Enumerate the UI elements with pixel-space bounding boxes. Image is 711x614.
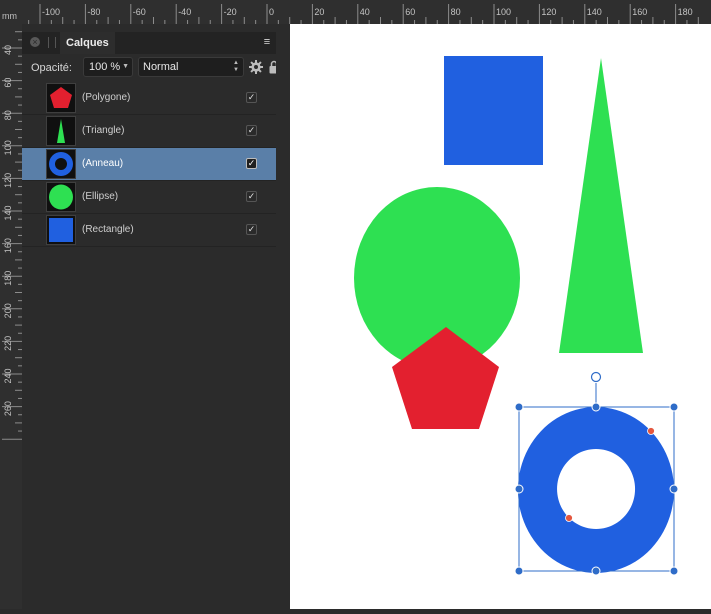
layer-thumbnail xyxy=(46,182,76,212)
vertical-ruler[interactable]: 40 60 80 100 120 140 160 180 200 220 240 260 xyxy=(0,24,23,609)
ruler-label: -100 xyxy=(42,7,60,17)
panel-tab-bar: × Calques ≡ xyxy=(22,32,276,54)
layer-name: (Anneau) xyxy=(82,158,124,169)
layer-row[interactable]: (Polygone) ✓ xyxy=(22,82,276,115)
layer-list: (Polygone) ✓ (Triangle) ✓ (Anneau) ✓ (Ellipse)… xyxy=(22,82,276,247)
gear-icon[interactable] xyxy=(249,60,263,74)
ruler-label: 220 xyxy=(3,336,13,351)
resize-handle[interactable] xyxy=(591,402,601,412)
ruler-label: -60 xyxy=(133,7,146,17)
layer-name: (Triangle) xyxy=(82,125,125,136)
ruler-label: 180 xyxy=(3,271,13,286)
ruler-label: 240 xyxy=(3,368,13,383)
ruler-label: 40 xyxy=(360,7,370,17)
resize-handle[interactable] xyxy=(591,566,601,576)
resize-handle[interactable] xyxy=(514,402,524,412)
layer-name: (Ellipse) xyxy=(82,191,119,202)
opacity-label: Opacité: xyxy=(31,62,72,74)
ruler-label: 140 xyxy=(587,7,602,17)
ruler-label: -40 xyxy=(178,7,191,17)
triangle-shape[interactable] xyxy=(559,58,643,353)
ruler-label: 60 xyxy=(3,78,13,88)
ruler-label: 120 xyxy=(3,173,13,188)
ring-outer-handle[interactable] xyxy=(647,427,655,435)
ruler-label: 40 xyxy=(3,45,13,55)
pentagon-thumbnail-icon xyxy=(50,87,72,108)
ring-thumbnail-icon xyxy=(49,152,73,176)
ruler-label: -80 xyxy=(87,7,100,17)
layer-row[interactable]: (Anneau) ✓ xyxy=(22,148,276,181)
ruler-label: 160 xyxy=(632,7,647,17)
layer-thumbnail xyxy=(46,83,76,113)
ruler-label: 0 xyxy=(269,7,274,17)
vertical-ruler-ticks: 40 60 80 100 120 140 160 180 200 220 240 260 xyxy=(2,31,22,440)
ruler-label: 80 xyxy=(451,7,461,17)
ruler-label: 160 xyxy=(3,238,13,253)
ruler-label: 20 xyxy=(314,7,324,17)
ruler-label: -20 xyxy=(224,7,237,17)
ruler-label: 260 xyxy=(3,401,13,416)
layer-row[interactable]: (Ellipse) ✓ xyxy=(22,181,276,214)
visibility-checkbox[interactable]: ✓ xyxy=(246,191,257,202)
resize-handle[interactable] xyxy=(514,566,524,576)
ruler-label: 120 xyxy=(541,7,556,17)
rectangle-shape[interactable] xyxy=(444,56,543,165)
opacity-value: 100 % xyxy=(89,61,121,73)
hamburger-menu-icon[interactable]: ≡ xyxy=(260,34,274,50)
panel-close-icon[interactable]: × xyxy=(30,37,40,47)
triangle-thumbnail-icon xyxy=(57,119,65,143)
rotation-handle[interactable] xyxy=(590,371,602,383)
layer-thumbnail xyxy=(46,215,76,245)
ruler-label: 100 xyxy=(496,7,511,17)
ruler-corner: mm xyxy=(0,0,23,25)
document-canvas[interactable] xyxy=(290,24,711,609)
visibility-checkbox[interactable]: ✓ xyxy=(246,92,257,103)
ring-inner-handle[interactable] xyxy=(565,514,573,522)
layer-row[interactable]: (Triangle) ✓ xyxy=(22,115,276,148)
ruler-label: 100 xyxy=(3,140,13,155)
layer-row[interactable]: (Rectangle) ✓ xyxy=(22,214,276,247)
layer-thumbnail xyxy=(46,116,76,146)
layer-name: (Polygone) xyxy=(82,92,131,103)
layer-thumbnail xyxy=(46,149,76,179)
ruler-label: 60 xyxy=(405,7,415,17)
blend-mode-value: Normal xyxy=(143,61,179,73)
rectangle-thumbnail-icon xyxy=(49,218,73,242)
chevron-down-icon[interactable]: ▼ xyxy=(122,58,129,76)
layers-panel: × Calques ≡ Opacité: 100 % ▼ Normal ▲ ▼ (… xyxy=(22,24,279,609)
resize-handle[interactable] xyxy=(669,566,679,576)
tab-layers[interactable]: Calques xyxy=(60,32,115,54)
resize-handle[interactable] xyxy=(514,484,524,494)
ruler-label: 180 xyxy=(678,7,693,17)
visibility-checkbox[interactable]: ✓ xyxy=(246,158,257,169)
visibility-checkbox[interactable]: ✓ xyxy=(246,224,257,235)
horizontal-ruler-ticks: -100 -80 -60 -40 -20 0 20 40 60 80 100 120 140 160 180 xyxy=(28,4,699,24)
layer-name: (Rectangle) xyxy=(82,224,134,235)
ruler-label: 200 xyxy=(3,303,13,318)
ellipse-thumbnail-icon xyxy=(49,184,73,210)
stepper-icon: ▲ ▼ xyxy=(233,60,239,73)
ruler-label: 140 xyxy=(3,205,13,220)
visibility-checkbox[interactable]: ✓ xyxy=(246,125,257,136)
ruler-unit-label: mm xyxy=(2,11,17,21)
horizontal-ruler[interactable]: -100 -80 -60 -40 -20 0 20 40 60 80 100 120 140 160 180 xyxy=(22,0,711,25)
panel-grip-icon[interactable] xyxy=(48,37,56,48)
opacity-field[interactable]: 100 % ▼ xyxy=(83,57,133,77)
ruler-label: 80 xyxy=(3,110,13,120)
resize-handle[interactable] xyxy=(669,402,679,412)
canvas-artwork xyxy=(354,56,679,576)
resize-handle[interactable] xyxy=(669,484,679,494)
panel-divider[interactable] xyxy=(276,24,290,609)
blend-mode-select[interactable]: Normal ▲ ▼ xyxy=(138,57,244,77)
